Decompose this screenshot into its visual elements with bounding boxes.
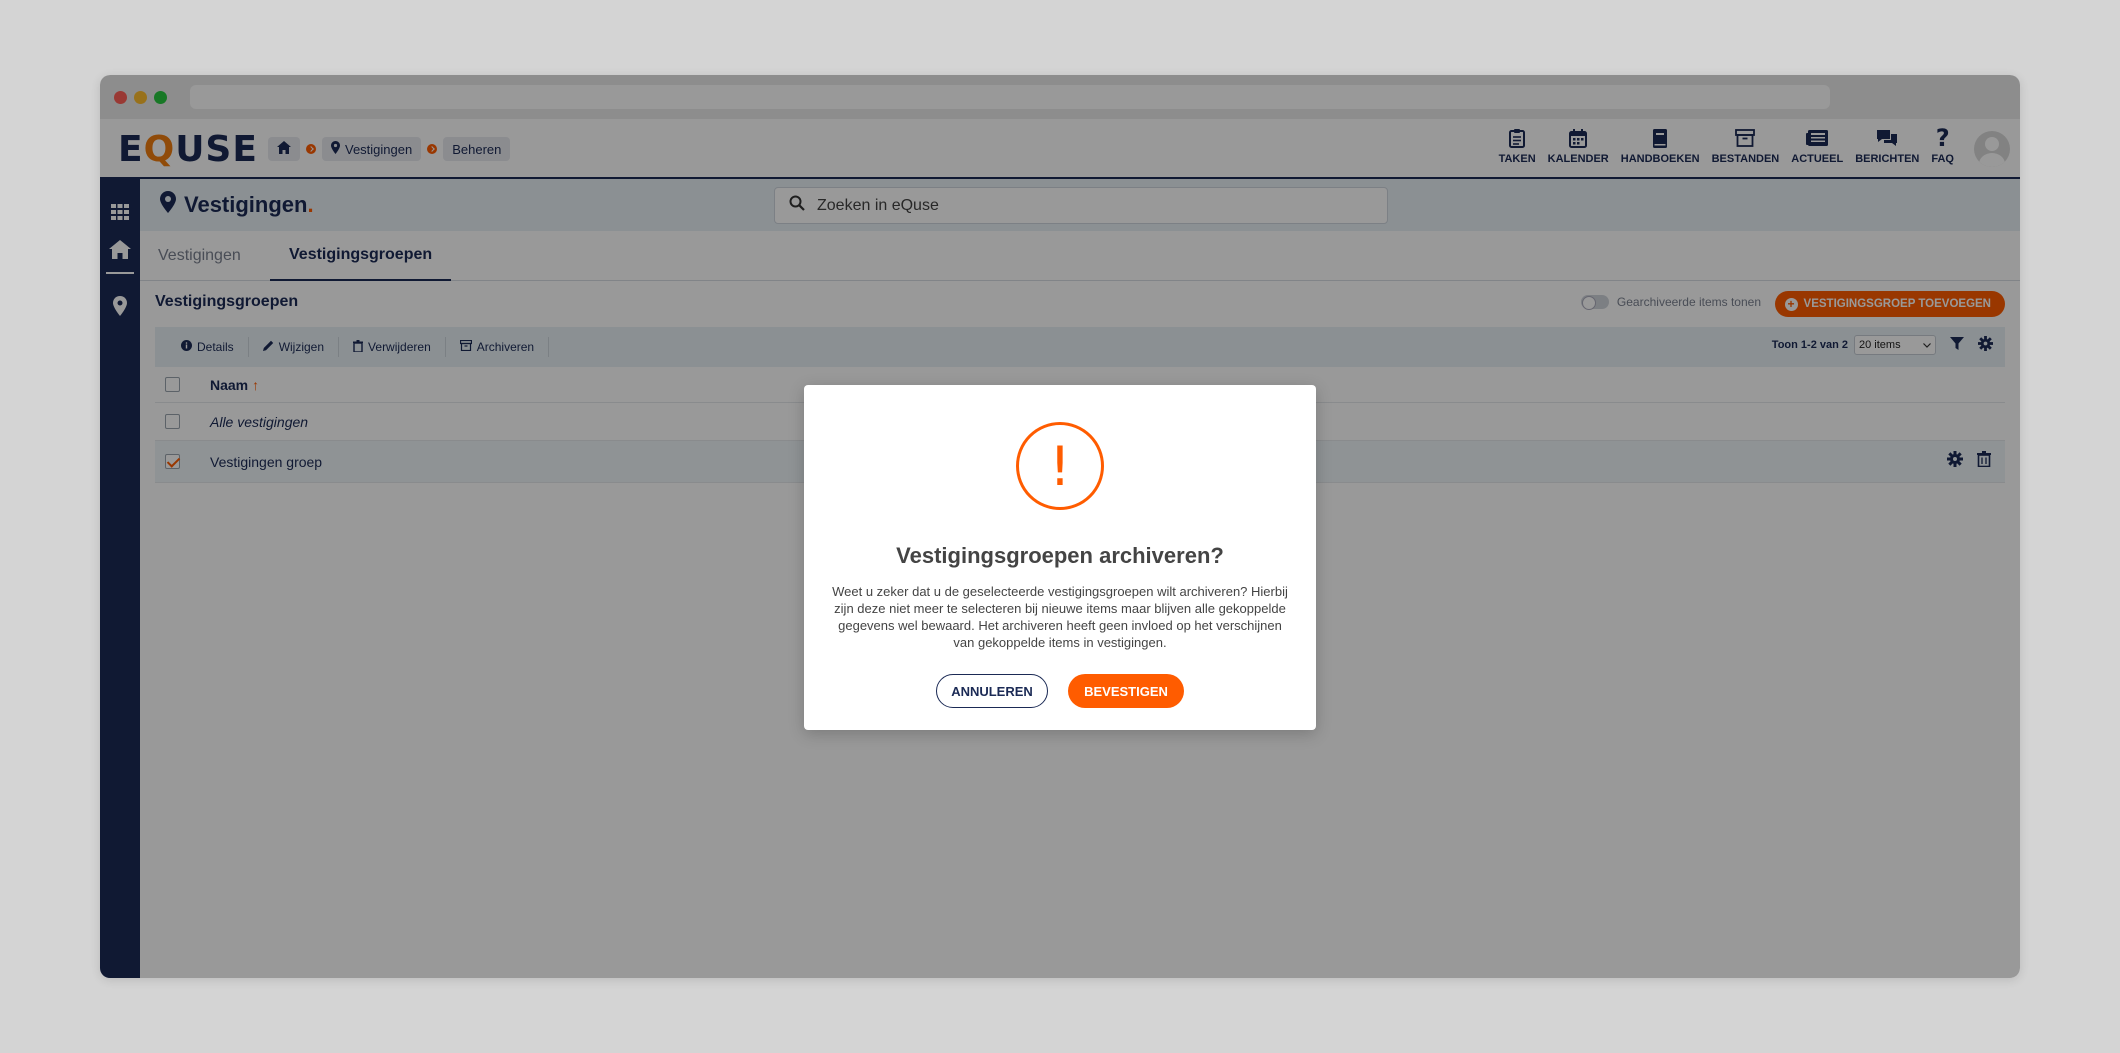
cancel-button[interactable]: ANNULEREN — [936, 674, 1048, 708]
archive-confirm-dialog: ! Vestigingsgroepen archiveren? Weet u z… — [804, 385, 1316, 730]
warning-icon: ! — [1016, 422, 1104, 510]
dialog-buttons: ANNULEREN BEVESTIGEN — [804, 674, 1316, 708]
dialog-title: Vestigingsgroepen archiveren? — [896, 543, 1224, 568]
modal-backdrop[interactable]: ! Vestigingsgroepen archiveren? Weet u z… — [100, 75, 2020, 978]
dialog-message: Weet u zeker dat u de geselecteerde vest… — [832, 584, 1288, 650]
confirm-button[interactable]: BEVESTIGEN — [1068, 674, 1184, 708]
browser-window: EQUSE Vestigingen Beheren TAKEN KALENDER… — [100, 75, 2020, 978]
